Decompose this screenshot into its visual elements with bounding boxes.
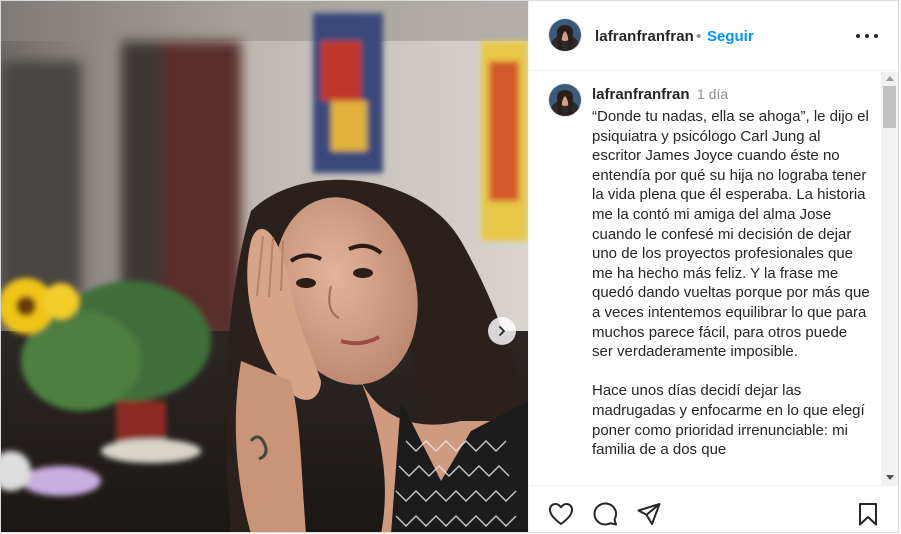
chevron-right-icon xyxy=(499,326,505,336)
separator-dot: • xyxy=(696,28,702,45)
post-dialog: lafranfranfran • Seguir lafranfranfran 1… xyxy=(0,0,899,533)
author-username[interactable]: lafranfranfran xyxy=(595,28,694,45)
photo-image xyxy=(1,1,528,532)
comments-section[interactable]: lafranfranfran 1 día “Donde tu nadas, el… xyxy=(529,72,881,485)
scroll-down-icon[interactable] xyxy=(886,475,894,480)
comment-icon[interactable] xyxy=(591,500,619,528)
post-actions xyxy=(529,485,898,532)
post-photo[interactable] xyxy=(1,1,528,532)
carousel-next-button[interactable] xyxy=(488,317,516,345)
share-icon[interactable] xyxy=(635,500,663,528)
comment-timestamp[interactable]: 1 día xyxy=(697,86,728,102)
caption-paragraph: “Donde tu nadas, ella se ahoga”, le dijo… xyxy=(592,108,870,361)
post-header: lafranfranfran • Seguir xyxy=(529,1,898,71)
avatar-image xyxy=(549,84,581,116)
more-dot xyxy=(874,34,878,38)
scrollbar-thumb[interactable] xyxy=(883,86,896,128)
caption-paragraph: Hace unos días decidí dejar las madrugad… xyxy=(592,382,865,459)
more-options-icon[interactable] xyxy=(856,26,878,46)
comments-scrollbar[interactable] xyxy=(881,72,898,485)
follow-button[interactable]: Seguir xyxy=(707,28,754,45)
more-dot xyxy=(865,34,869,38)
heart-icon[interactable] xyxy=(547,500,575,528)
bookmark-icon[interactable] xyxy=(854,500,882,528)
avatar-image xyxy=(549,19,581,51)
comment-author-username[interactable]: lafranfranfran xyxy=(592,86,690,103)
post-caption: “Donde tu nadas, ella se ahoga”, le dijo… xyxy=(592,107,872,479)
post-side-panel: lafranfranfran • Seguir lafranfranfran 1… xyxy=(528,1,898,532)
more-dot xyxy=(856,34,860,38)
scroll-up-icon[interactable] xyxy=(886,76,894,81)
author-avatar[interactable] xyxy=(548,18,582,52)
comment-author-avatar[interactable] xyxy=(548,83,582,117)
